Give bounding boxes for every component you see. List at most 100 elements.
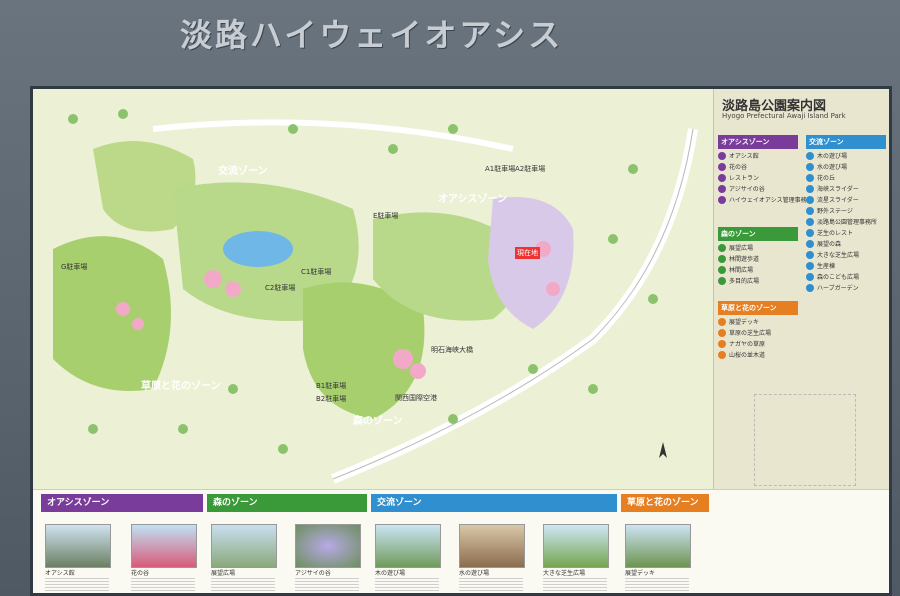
- zone-label-exchange: 交流ゾーン: [218, 166, 268, 177]
- legend-item: レストラン: [718, 173, 798, 182]
- legend-item: 花の丘: [806, 173, 886, 182]
- panel-forest: 森のゾーン 展望広場 アジサイの谷: [207, 494, 367, 593]
- legend-number-icon: [718, 339, 726, 348]
- photo-deck: [625, 524, 691, 568]
- photo-flower-valley: [131, 524, 197, 568]
- parking-g: G駐車場: [61, 263, 88, 271]
- legend-oasis-zone: オアシスゾーンオアシス館花の谷レストランアジサイの谷ハイウェイオアシス管理事務所: [718, 135, 813, 206]
- legend-number-icon: [806, 239, 814, 248]
- parking-b2: B2駐車場: [316, 395, 347, 403]
- legend-number-icon: [718, 195, 726, 204]
- legend-number-icon: [718, 173, 726, 182]
- parking-a2: A2駐車場: [515, 165, 546, 173]
- legend-exchange-zone: 交流ゾーン木の遊び場水の遊び場花の丘海峡スライダー 流星スライダー 野外ステージ 淡路…: [806, 135, 886, 294]
- legend-number-icon: [718, 350, 726, 359]
- legend-group-heading: 草原と花のゾーン: [718, 301, 798, 315]
- legend-group-heading: オアシスゾーン: [718, 135, 798, 149]
- legend-item: オアシス館: [718, 151, 798, 160]
- legend-group-heading: 交流ゾーン: [806, 135, 886, 149]
- legend-panel: 淡路島公園案内図 Hyogo Prefectural Awaji Island …: [713, 89, 889, 489]
- legend-item: ハーブガーデン: [806, 283, 886, 292]
- legend-number-icon: [806, 206, 814, 215]
- legend-item: 大きな芝生広場: [806, 250, 886, 259]
- panel-exchange: 交流ゾーン 木の遊び場 水の遊び場 大きな芝生広場: [371, 494, 617, 593]
- legend-group-heading: 森のゾーン: [718, 227, 798, 241]
- parking-c2: C2駐車場: [265, 284, 296, 292]
- legend-number-icon: [806, 162, 814, 171]
- photo-water-playground: [459, 524, 525, 568]
- legend-number-icon: [806, 261, 814, 270]
- legend-item: アジサイの谷: [718, 184, 798, 193]
- legend-item: 淡路島公園管理事務所: [806, 217, 886, 226]
- panel-oasis: オアシスゾーン オアシス館 花の谷: [41, 494, 203, 593]
- park-map: 交流ゾーン オアシスゾーン 森のゾーン 草原と花のゾーン 現在地 A1駐車場 A…: [33, 89, 713, 489]
- panel-grassland: 草原と花のゾーン 展望デッキ: [621, 494, 709, 593]
- legend-item: 展望の森: [806, 239, 886, 248]
- legend-item: 森のこども広場: [806, 272, 886, 281]
- zone-photo-strip: オアシスゾーン オアシス館 花の谷 森のゾーン 展望広場 アジサイの谷 交流ゾー…: [33, 489, 889, 593]
- legend-number-icon: [806, 283, 814, 292]
- parking-e: E駐車場: [373, 212, 399, 220]
- sign-frame: 淡路ハイウェイオアシス 交流ゾーン オアシスゾーン 森のゾーン 草原と花のゾーン…: [0, 0, 900, 596]
- zone-label-grassland: 草原と花のゾーン: [141, 381, 221, 392]
- legend-item: 花の谷: [718, 162, 798, 171]
- legend-number-icon: [806, 173, 814, 182]
- zone-label-oasis: オアシスゾーン: [438, 194, 508, 205]
- legend-item: 林間遊歩道: [718, 254, 798, 263]
- photo-big-lawn: [543, 524, 609, 568]
- legend-number-icon: [806, 250, 814, 259]
- parking-a1: A1駐車場: [485, 165, 516, 173]
- legend-item: 山桜の並木道: [718, 350, 798, 359]
- legend-number-icon: [718, 162, 726, 171]
- kansai-airport-pointer: 関西国際空港: [395, 394, 437, 402]
- legend-item: 生産棟: [806, 261, 886, 270]
- legend-number-icon: [806, 195, 814, 204]
- legend-item: 芝生のレスト: [806, 228, 886, 237]
- parking-c1: C1駐車場: [301, 268, 332, 276]
- akashi-bridge-pointer: 明石海峡大橋: [431, 346, 473, 354]
- compass-icon: [659, 442, 667, 458]
- photo-hydrangea: [295, 524, 361, 568]
- legend-subtitle: Hyogo Prefectural Awaji Island Park: [722, 112, 846, 120]
- legend-item: 展望デッキ: [718, 317, 798, 326]
- photo-oasis-hall: [45, 524, 111, 568]
- sign-title: 淡路ハイウェイオアシス: [180, 16, 564, 54]
- photo-wood-playground: [375, 524, 441, 568]
- legend-number-icon: [718, 328, 726, 337]
- legend-number-icon: [718, 243, 726, 252]
- legend-grassland-zone: 草原と花のゾーン展望デッキ草原の芝生広場 ナガヤの草原 山桜の並木道: [718, 301, 798, 361]
- legend-item: ナガヤの草原: [718, 339, 798, 348]
- map-terrain: [53, 109, 698, 484]
- legend-item: 林間広場: [718, 265, 798, 274]
- road-north: [152, 119, 514, 152]
- current-location-pin: 現在地: [515, 247, 540, 259]
- legend-item: 海峡スライダー: [806, 184, 886, 193]
- legend-item: 展望広場: [718, 243, 798, 252]
- legend-item: 木の遊び場: [806, 151, 886, 160]
- legend-item: ハイウェイオアシス管理事務所: [718, 195, 813, 204]
- parking-b1: B1駐車場: [316, 382, 347, 390]
- legend-item: 草原の芝生広場: [718, 328, 798, 337]
- legend-number-icon: [718, 254, 726, 263]
- legend-item: 流星スライダー: [806, 195, 886, 204]
- legend-number-icon: [806, 184, 814, 193]
- legend-number-icon: [718, 276, 726, 285]
- legend-number-icon: [806, 151, 814, 160]
- map-board: 交流ゾーン オアシスゾーン 森のゾーン 草原と花のゾーン 現在地 A1駐車場 A…: [30, 86, 892, 596]
- legend-number-icon: [718, 151, 726, 160]
- legend-item: 野外ステージ: [806, 206, 886, 215]
- legend-number-icon: [806, 272, 814, 281]
- blank-notice-area: [754, 394, 856, 486]
- legend-number-icon: [718, 184, 726, 193]
- legend-forest-zone: 森のゾーン展望広場林間遊歩道林間広場多目的広場: [718, 227, 798, 287]
- legend-number-icon: [718, 317, 726, 326]
- photo-observation-plaza: [211, 524, 277, 568]
- legend-number-icon: [718, 265, 726, 274]
- hill-2: [53, 236, 171, 391]
- pond: [223, 231, 293, 267]
- zone-label-forest: 森のゾーン: [353, 416, 403, 427]
- legend-number-icon: [806, 217, 814, 226]
- legend-item: 多目的広場: [718, 276, 798, 285]
- legend-number-icon: [806, 228, 814, 237]
- legend-item: 水の遊び場: [806, 162, 886, 171]
